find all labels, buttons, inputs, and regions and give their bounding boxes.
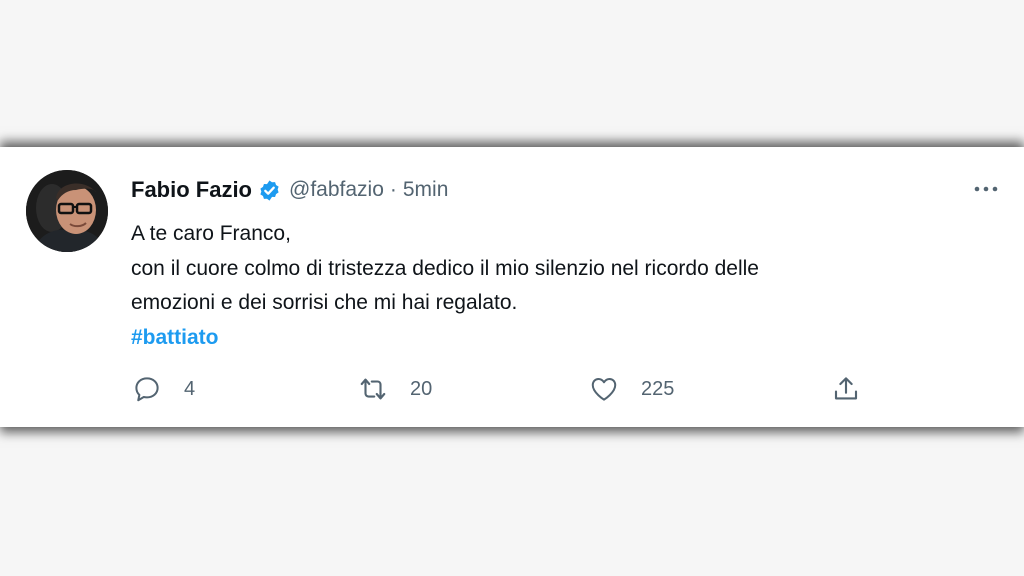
author-name[interactable]: Fabio Fazio (131, 177, 252, 203)
reply-button[interactable]: 4 (132, 372, 195, 406)
like-button[interactable]: 225 (589, 372, 674, 406)
tweet-header: Fabio Fazio @fabfazio · 5min (131, 176, 448, 204)
more-icon (974, 186, 998, 192)
avatar[interactable] (26, 170, 108, 252)
tweet-text-line: con il cuore colmo di tristezza dedico i… (131, 256, 759, 280)
retweet-button[interactable]: 20 (358, 372, 432, 406)
retweet-count: 20 (410, 377, 433, 400)
hashtag-link[interactable]: #battiato (131, 321, 991, 356)
heart-icon (591, 378, 617, 401)
share-button[interactable] (831, 372, 861, 406)
tweet-timestamp[interactable]: 5min (403, 178, 449, 202)
share-icon (834, 377, 858, 400)
tweet-text: A te caro Franco, con il cuore colmo di … (131, 217, 991, 355)
tweet-card: Fabio Fazio @fabfazio · 5min A te caro F… (0, 147, 1024, 427)
retweet-icon (360, 378, 386, 400)
more-options-button[interactable] (968, 177, 1004, 201)
like-count: 225 (641, 377, 675, 400)
reply-icon (135, 377, 159, 402)
tweet-text-line: A te caro Franco, (131, 222, 291, 245)
author-handle[interactable]: @fabfazio (289, 178, 384, 202)
tweet-text-line: emozioni e dei sorrisi che mi hai regala… (131, 291, 518, 314)
verified-badge-icon (260, 179, 279, 201)
reply-count: 4 (184, 377, 196, 400)
avatar-image (26, 170, 108, 252)
header-separator: · (389, 178, 397, 201)
